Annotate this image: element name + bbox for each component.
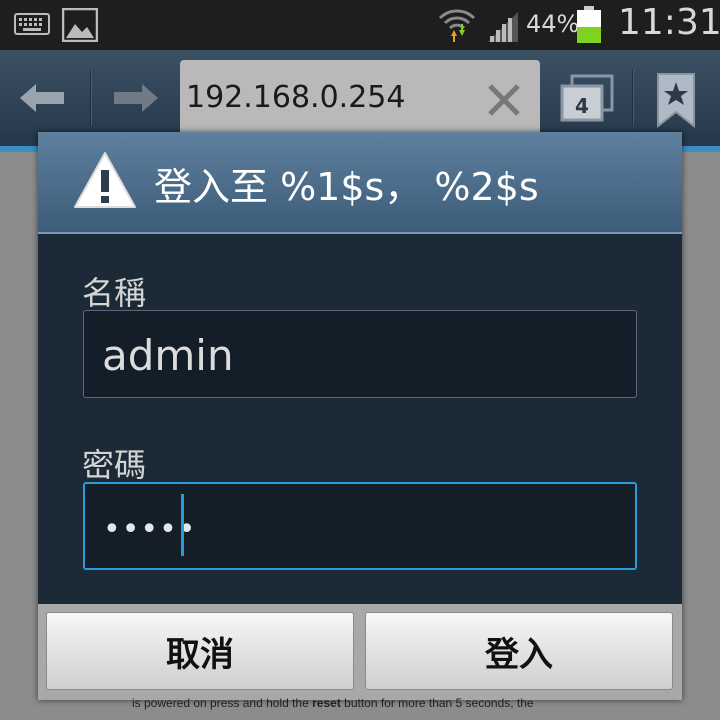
battery-percent: 44% xyxy=(526,10,580,38)
signal-icon xyxy=(486,10,520,48)
tabs-icon[interactable]: 4 xyxy=(558,74,616,130)
login-dialog: 登入至 %1$s， %2$s 名稱 admin 密碼 ••••• 取消 登入 xyxy=(38,132,682,700)
dialog-body: 名稱 admin 密碼 ••••• xyxy=(38,234,682,604)
cancel-button[interactable]: 取消 xyxy=(46,612,354,690)
battery-icon xyxy=(576,6,602,48)
url-text[interactable]: 192.168.0.254 xyxy=(186,80,405,115)
image-icon xyxy=(61,7,99,46)
background-page-text: is powered on press and hold the reset b… xyxy=(132,696,534,710)
forward-arrow-icon[interactable] xyxy=(112,80,160,120)
page-text-before: is powered on press and hold the xyxy=(132,696,313,710)
username-value[interactable]: admin xyxy=(102,331,234,380)
back-arrow-icon[interactable] xyxy=(18,80,66,120)
url-bar[interactable]: 192.168.0.254 xyxy=(180,60,540,140)
keyboard-icon xyxy=(14,13,50,39)
clock: 11:31 xyxy=(618,2,720,43)
bookmark-icon[interactable] xyxy=(652,70,700,134)
clear-icon[interactable] xyxy=(486,82,522,122)
page-text-bold: reset xyxy=(312,696,341,710)
status-bar: 44% 11:31 xyxy=(0,0,720,50)
login-button[interactable]: 登入 xyxy=(365,612,673,690)
dialog-title: 登入至 %1$s， %2$s xyxy=(154,165,539,209)
text-caret xyxy=(181,494,184,556)
username-label: 名稱 xyxy=(82,274,147,312)
toolbar-separator xyxy=(90,70,92,126)
wifi-icon xyxy=(438,6,476,48)
tab-count: 4 xyxy=(575,94,589,118)
username-field[interactable]: admin xyxy=(83,310,637,398)
toolbar-separator xyxy=(632,70,634,126)
password-field[interactable]: ••••• xyxy=(83,482,637,570)
password-label: 密碼 xyxy=(82,446,147,484)
page-text-after: button for more than 5 seconds, the xyxy=(340,696,534,710)
dialog-header: 登入至 %1$s， %2$s xyxy=(38,132,682,234)
dialog-buttons: 取消 登入 xyxy=(38,604,682,700)
warning-icon xyxy=(72,150,138,214)
